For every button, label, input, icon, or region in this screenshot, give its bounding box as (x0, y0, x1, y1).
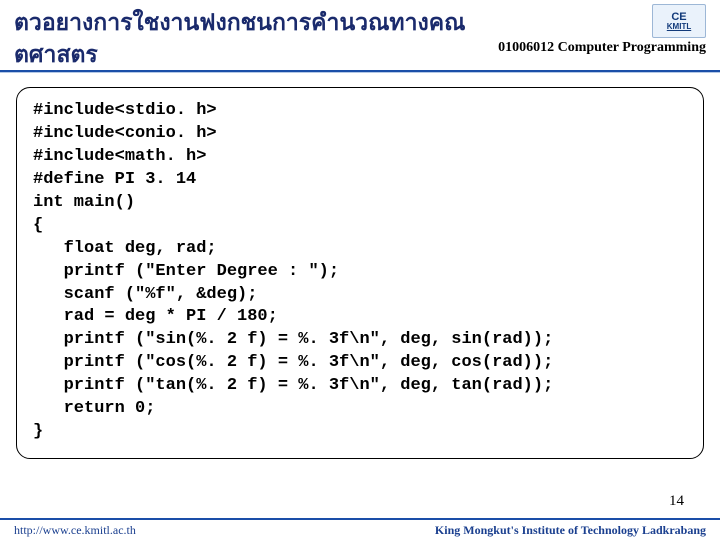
footer-url: http://www.ce.kmitl.ac.th (14, 523, 136, 538)
course-code: 01006012 Computer Programming (498, 40, 706, 56)
institution-logo: CE KMITL (652, 4, 706, 38)
footer-institution: King Mongkut's Institute of Technology L… (435, 523, 706, 538)
slide-header: ตวอยางการใชงานฟงกชนการคำนวณทางคณ ตศาสตร … (0, 0, 720, 70)
logo-text-top: CE (671, 12, 686, 23)
slide-title-line1: ตวอยางการใชงานฟงกชนการคำนวณทางคณ (14, 8, 554, 37)
slide-footer: http://www.ce.kmitl.ac.th King Mongkut's… (0, 518, 720, 540)
content-area: #include<stdio. h> #include<conio. h> #i… (0, 73, 720, 469)
page-number: 14 (669, 493, 684, 510)
logo-text-bottom: KMITL (667, 23, 691, 31)
code-listing: #include<stdio. h> #include<conio. h> #i… (16, 87, 704, 459)
